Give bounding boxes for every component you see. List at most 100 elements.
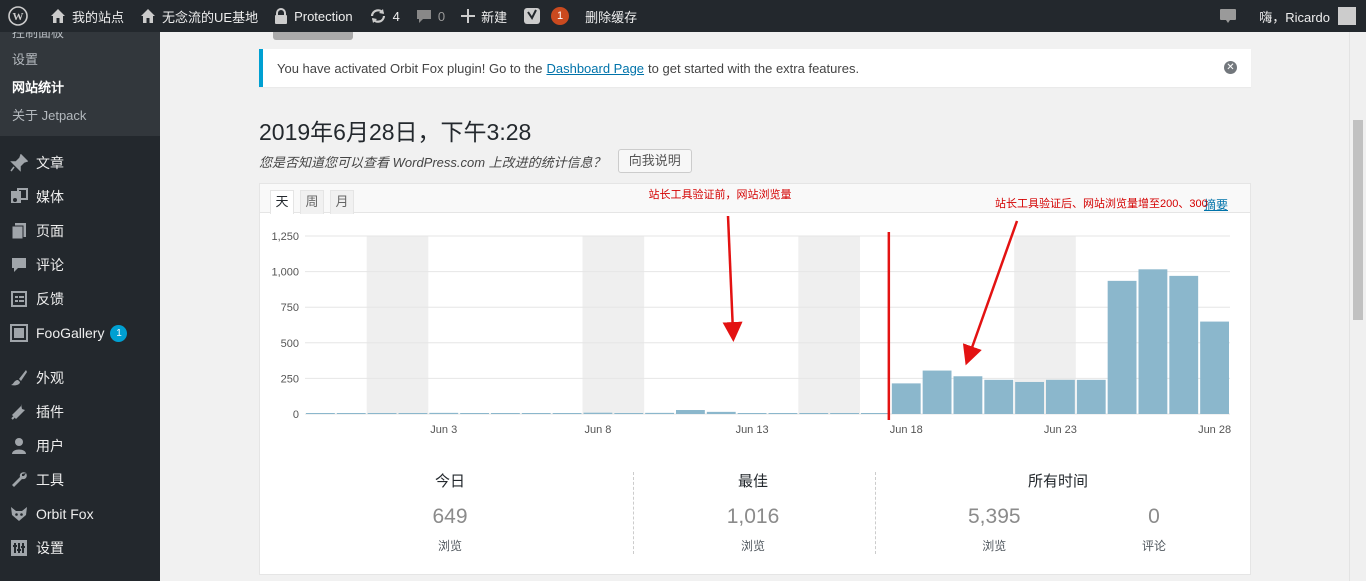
sidebar-item-tools[interactable]: 工具 — [0, 463, 160, 497]
gallery-icon — [9, 323, 29, 343]
weekend-shade — [798, 236, 860, 414]
feedback-icon — [9, 289, 29, 309]
wrench-icon — [9, 470, 29, 490]
annotation-before: 站长工具验证前，网站浏览量 — [649, 187, 792, 201]
bar — [491, 413, 520, 414]
bar — [1015, 381, 1044, 414]
sidebar-item-orbit-fox[interactable]: Orbit Fox — [0, 497, 160, 531]
settings-icon — [9, 538, 29, 558]
x-tick-label: Jun 23 — [1044, 424, 1077, 436]
sidebar-item-appearance[interactable]: 外观 — [0, 361, 160, 395]
stat-alltime-comments: 0 — [1148, 505, 1160, 528]
stat-today-unit: 浏览 — [437, 539, 462, 553]
x-tick-label: Jun 8 — [584, 424, 611, 436]
bar — [830, 413, 859, 414]
sidebar-item-foogallery[interactable]: FooGallery 1 — [0, 316, 160, 350]
sidebar-item-users[interactable]: 用户 — [0, 429, 160, 463]
sidebar-item-label: 页面 — [36, 223, 64, 239]
bar — [398, 413, 428, 414]
sidebar-item-label: 反馈 — [36, 291, 64, 307]
jetpack-submenu: 控制面板 设置 网站统计 关于 Jetpack — [0, 32, 160, 136]
submenu-site-stats[interactable]: 网站统计 — [0, 74, 160, 102]
comments-link[interactable]: 0 — [408, 0, 453, 32]
notifications-button[interactable] — [1211, 0, 1251, 32]
plugin-icon — [9, 402, 29, 422]
y-tick-label: 750 — [281, 302, 299, 314]
notification-icon — [1220, 9, 1237, 23]
bar — [552, 413, 582, 414]
stat-best: 最佳 1,016 浏览 — [703, 470, 803, 554]
page-icon — [9, 221, 29, 241]
scrollbar-thumb[interactable] — [1353, 120, 1363, 320]
stat-today: 今日 649 浏览 — [400, 470, 500, 554]
lock-icon — [275, 8, 288, 24]
y-tick-label: 500 — [281, 338, 299, 350]
weekend-shade — [366, 236, 429, 414]
x-tick-label: Jun 28 — [1198, 424, 1231, 436]
sidebar-item-media[interactable]: 媒体 — [0, 180, 160, 214]
protection-label: Protection — [294, 8, 353, 24]
comment-icon — [416, 10, 431, 23]
wordpress-logo-button[interactable]: W — [0, 0, 42, 32]
updates-link[interactable]: 4 — [361, 0, 408, 32]
stats-divider — [633, 472, 634, 554]
sidebar-item-label: FooGallery — [36, 325, 105, 341]
sidebar-item-settings[interactable]: 设置 — [0, 531, 160, 565]
sidebar-item-label: 用户 — [36, 438, 64, 454]
site-name-link[interactable]: 我的站点 — [42, 0, 132, 32]
svg-text:W: W — [13, 11, 24, 23]
refresh-icon — [370, 9, 385, 23]
y-tick-label: 250 — [281, 373, 299, 385]
notice-suffix: to get started with the extra features. — [648, 60, 860, 76]
media-icon — [9, 187, 29, 207]
x-tick-label: Jun 3 — [430, 424, 457, 436]
promo-text: 您是否知道您可以查看 WordPress.com 上改进的统计信息？ — [259, 154, 606, 170]
sidebar-item-comments[interactable]: 评论 — [0, 248, 160, 282]
bar — [1046, 379, 1075, 414]
clear-cache-link[interactable]: 删除缓存 — [577, 0, 645, 32]
main-content: You have activated Orbit Fox plugin! Go … — [160, 32, 1349, 581]
dismiss-icon[interactable]: ✕ — [1224, 61, 1237, 74]
updates-count: 4 — [392, 8, 400, 24]
page-title: 2019年6月28日，下午3:28 — [259, 119, 532, 145]
sidebar-item-label: 设置 — [36, 540, 64, 556]
bar — [1138, 269, 1168, 414]
dashboard-page-link[interactable]: Dashboard Page — [546, 61, 644, 76]
bar — [645, 412, 674, 414]
stats-promo: 您是否知道您可以查看 WordPress.com 上改进的统计信息？ 向我说明 — [259, 149, 692, 173]
comment-icon — [9, 255, 29, 275]
yoast-link[interactable]: 1 — [515, 0, 577, 32]
sidebar-item-label: Orbit Fox — [36, 506, 94, 522]
page-scrollbar[interactable] — [1349, 32, 1366, 581]
protection-link[interactable]: Protection — [266, 0, 361, 32]
sidebar-item-feedback[interactable]: 反馈 — [0, 282, 160, 316]
foogallery-tag — [273, 32, 353, 40]
bar — [984, 379, 1014, 414]
bar — [676, 410, 705, 414]
sidebar-item-plugins[interactable]: 插件 — [0, 395, 160, 429]
site2-link[interactable]: 无念流的UE基地 — [132, 0, 266, 32]
stat-best-label: 最佳 — [737, 473, 768, 490]
submenu-settings[interactable]: 设置 — [0, 46, 160, 74]
show-me-button[interactable]: 向我说明 — [617, 149, 692, 173]
stat-best-value: 1,016 — [726, 505, 780, 528]
sidebar-item-posts[interactable]: 文章 — [0, 146, 160, 180]
bar — [521, 413, 551, 414]
home-icon — [141, 9, 156, 23]
sidebar-item-label: 文章 — [36, 155, 64, 171]
bar — [1076, 379, 1106, 414]
stat-today-label: 今日 — [434, 473, 465, 490]
new-content-link[interactable]: 新建 — [453, 0, 515, 32]
sidebar-item-label: 外观 — [36, 370, 64, 386]
submenu-dashboard[interactable]: 控制面板 — [0, 32, 160, 46]
bar — [429, 412, 459, 414]
bar — [1169, 275, 1199, 414]
avatar — [1338, 7, 1356, 25]
submenu-about-jetpack[interactable]: 关于 Jetpack — [0, 102, 160, 130]
x-tick-label: Jun 18 — [890, 424, 923, 436]
my-account-link[interactable]: 嗨，Ricardo — [1251, 0, 1366, 32]
fox-icon — [9, 504, 29, 524]
weekend-shade — [582, 236, 645, 414]
yoast-badge: 1 — [551, 7, 570, 25]
sidebar-item-pages[interactable]: 页面 — [0, 214, 160, 248]
